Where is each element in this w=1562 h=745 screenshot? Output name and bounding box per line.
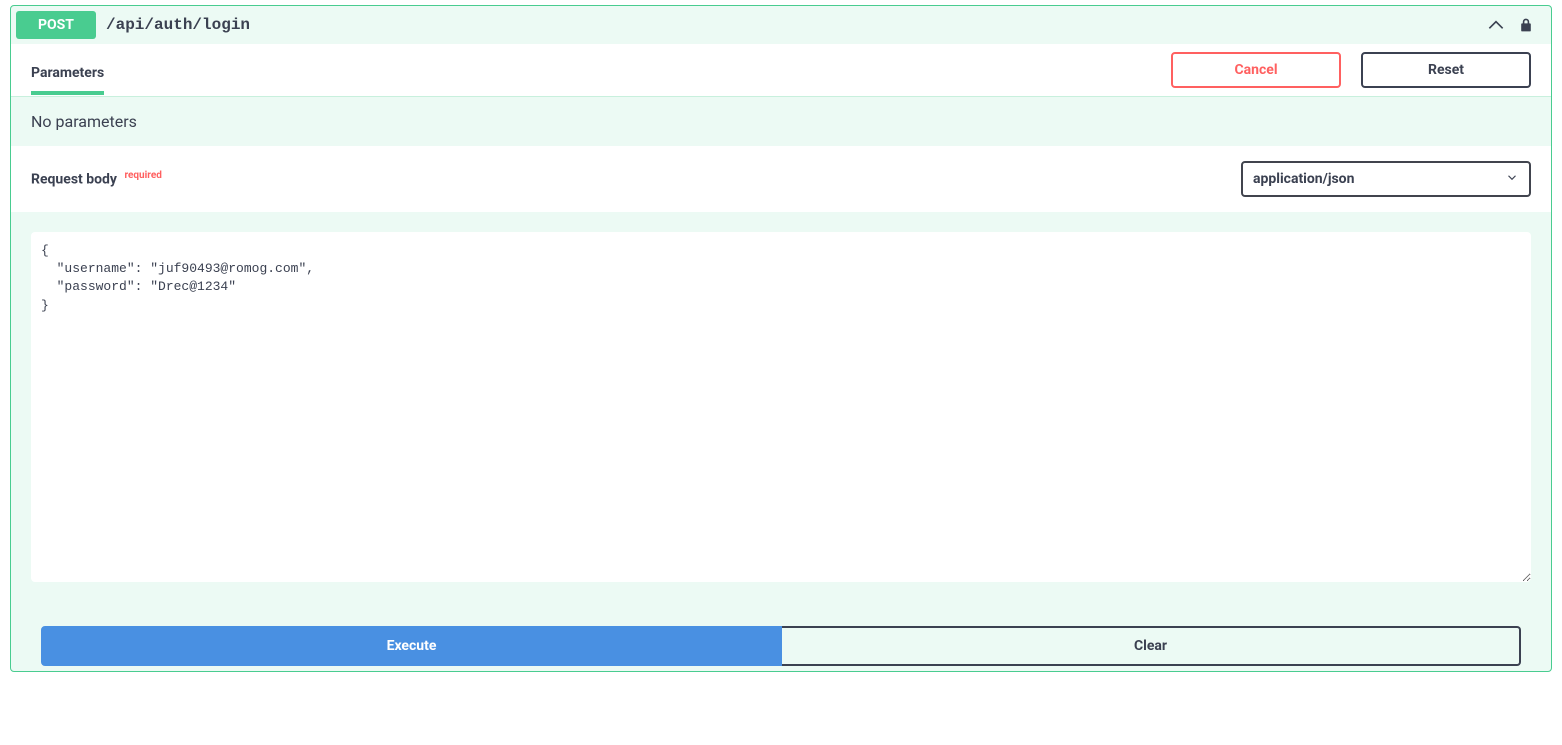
content-type-select[interactable]: application/json bbox=[1241, 161, 1531, 197]
reset-button[interactable]: Reset bbox=[1361, 52, 1531, 88]
clear-button[interactable]: Clear bbox=[782, 626, 1521, 666]
tab-action-buttons: Cancel Reset bbox=[1171, 52, 1531, 88]
header-controls bbox=[1486, 15, 1546, 35]
required-badge: required bbox=[120, 170, 161, 181]
tab-parameters[interactable]: Parameters bbox=[31, 55, 104, 95]
http-method-badge: POST bbox=[16, 11, 96, 39]
request-body-label: Request body bbox=[31, 172, 117, 188]
request-body-textarea[interactable] bbox=[31, 232, 1531, 582]
lock-icon[interactable] bbox=[1516, 15, 1536, 35]
operation-summary[interactable]: POST /api/auth/login bbox=[11, 6, 1551, 44]
request-body-header: Request body required application/json bbox=[11, 146, 1551, 212]
request-body-title: Request body required bbox=[31, 170, 162, 188]
parameters-tab-row: Parameters Cancel Reset bbox=[11, 44, 1551, 97]
no-parameters-text: No parameters bbox=[11, 97, 1551, 146]
chevron-up-icon[interactable] bbox=[1486, 15, 1506, 35]
execute-button[interactable]: Execute bbox=[41, 626, 782, 666]
request-body-area bbox=[11, 212, 1551, 606]
cancel-button[interactable]: Cancel bbox=[1171, 52, 1341, 88]
endpoint-path: /api/auth/login bbox=[96, 16, 1486, 34]
content-type-wrapper: application/json bbox=[1241, 161, 1531, 197]
action-row: Execute Clear bbox=[11, 606, 1551, 671]
api-operation-block: POST /api/auth/login Parameters Cancel R… bbox=[10, 5, 1552, 672]
